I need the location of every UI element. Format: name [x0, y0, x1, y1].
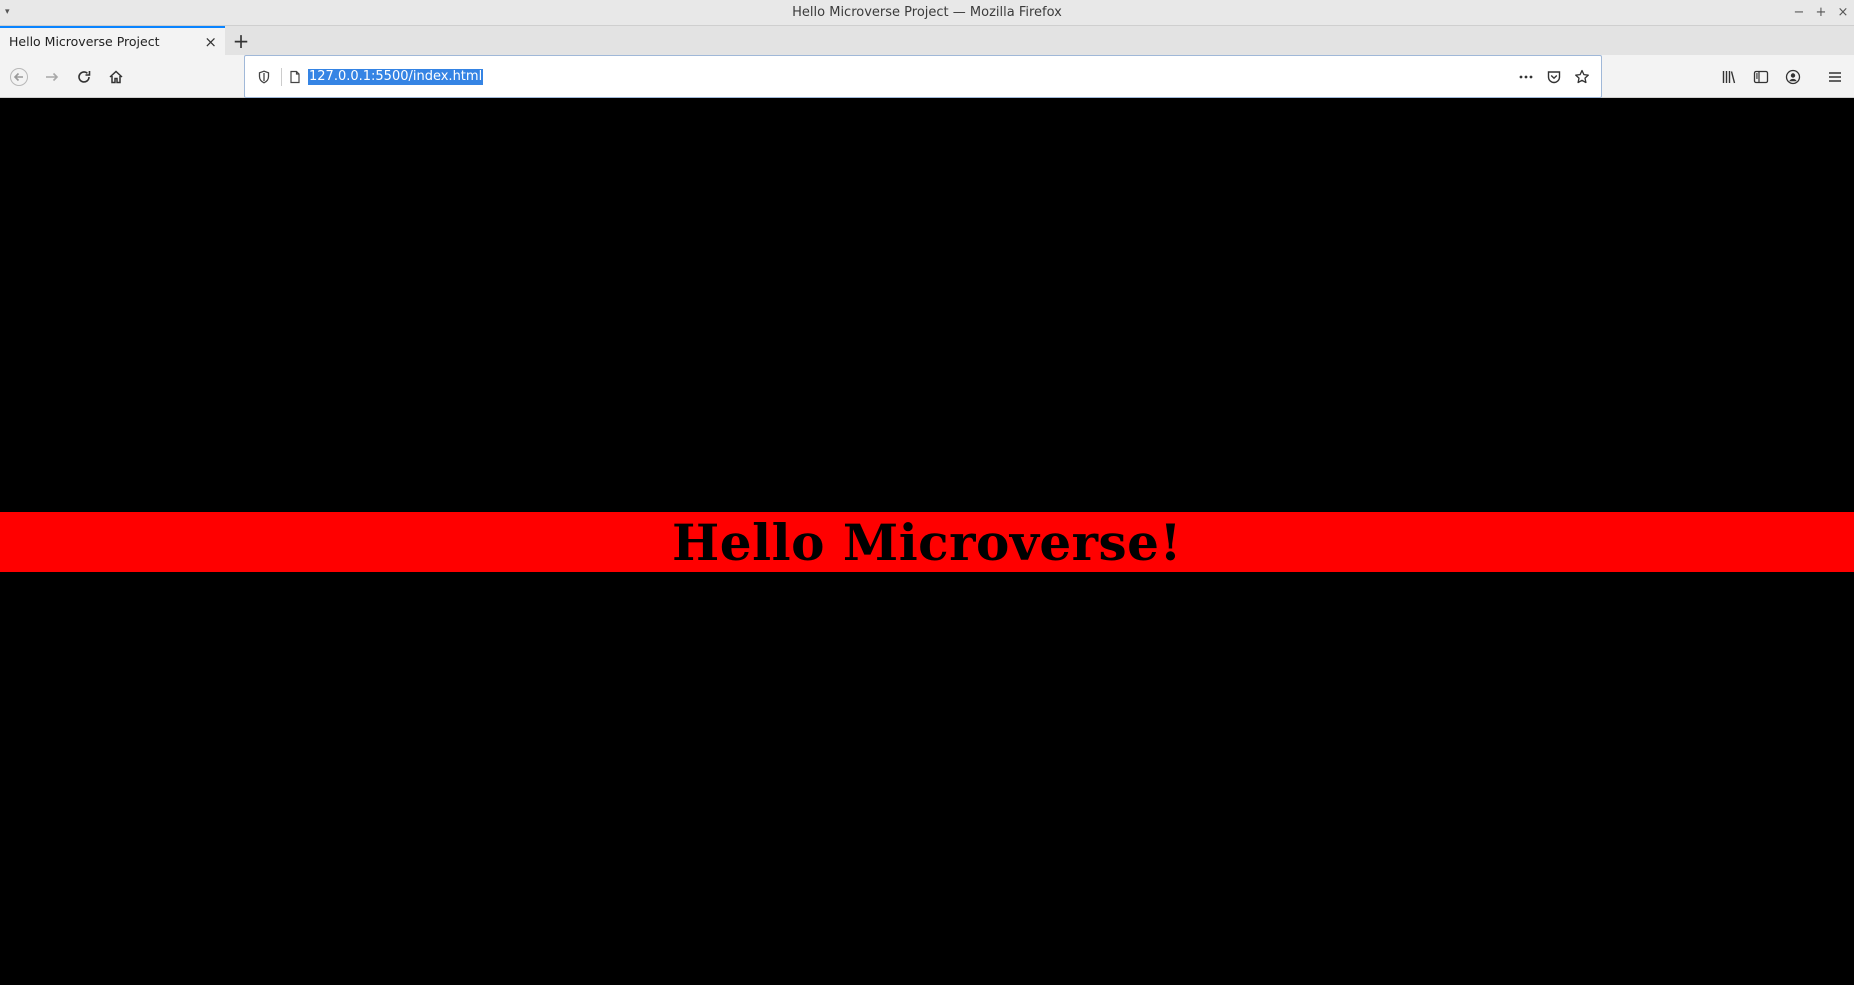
- navigation-toolbar: 127.0.0.1:5500/index.html: [0, 55, 1854, 98]
- sidebar-icon: [1753, 70, 1769, 84]
- reload-button[interactable]: [72, 65, 96, 89]
- library-icon: [1722, 71, 1736, 84]
- sidebar-button[interactable]: [1749, 65, 1773, 89]
- shield-icon: [258, 70, 270, 84]
- bookmark-button[interactable]: [1574, 69, 1590, 85]
- tab-title: Hello Microverse Project: [9, 34, 160, 49]
- new-tab-button[interactable]: +: [225, 26, 257, 55]
- pocket-button[interactable]: [1546, 69, 1562, 85]
- close-tab-icon[interactable]: ×: [204, 33, 217, 51]
- home-button[interactable]: [104, 65, 128, 89]
- tab-hello-microverse[interactable]: Hello Microverse Project ×: [0, 26, 225, 55]
- page-actions-button[interactable]: [1518, 69, 1534, 85]
- window-titlebar: ▾ Hello Microverse Project — Mozilla Fir…: [0, 0, 1854, 26]
- window-title: Hello Microverse Project — Mozilla Firef…: [792, 5, 1062, 20]
- page-content: Hello Microverse!: [0, 98, 1854, 985]
- back-button[interactable]: [7, 65, 31, 89]
- account-icon: [1785, 69, 1801, 85]
- library-button[interactable]: [1717, 65, 1741, 89]
- page-icon: [290, 70, 300, 84]
- more-actions-icon: [1519, 75, 1533, 79]
- maximize-icon[interactable]: +: [1814, 3, 1828, 21]
- pocket-icon: [1547, 71, 1561, 84]
- window-controls: − + ×: [1792, 3, 1850, 21]
- url-bar[interactable]: 127.0.0.1:5500/index.html: [244, 55, 1602, 98]
- reload-icon: [78, 71, 91, 83]
- hamburger-menu-icon: [1829, 72, 1841, 82]
- forward-arrow-icon: [46, 72, 59, 82]
- heading-banner: Hello Microverse!: [0, 512, 1854, 572]
- star-icon: [1575, 69, 1589, 84]
- home-icon: [109, 70, 123, 84]
- tracking-protection-button[interactable]: [256, 69, 272, 85]
- account-button[interactable]: [1781, 65, 1805, 89]
- plus-icon: +: [232, 28, 250, 53]
- minimize-icon[interactable]: −: [1792, 3, 1806, 21]
- forward-button[interactable]: [40, 65, 64, 89]
- back-arrow-icon: [10, 68, 28, 86]
- page-heading: Hello Microverse!: [672, 512, 1182, 572]
- url-separator: [281, 68, 282, 86]
- close-window-icon[interactable]: ×: [1836, 3, 1850, 21]
- tab-bar: Hello Microverse Project × +: [0, 26, 1854, 55]
- url-input[interactable]: 127.0.0.1:5500/index.html: [308, 69, 484, 85]
- site-info-button[interactable]: [287, 69, 303, 85]
- open-menu-button[interactable]: [1823, 65, 1847, 89]
- window-menu-icon[interactable]: ▾: [5, 7, 10, 17]
